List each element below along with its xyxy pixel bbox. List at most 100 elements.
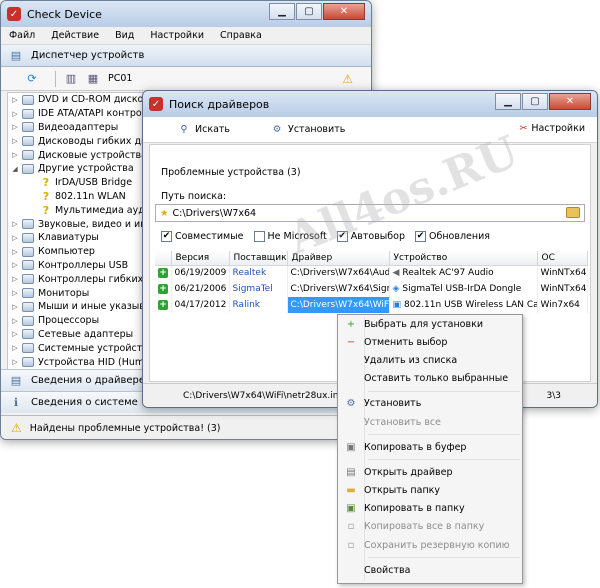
tree-item-label: Контроллеры гибких ди (38, 273, 160, 285)
column-os[interactable]: ОС (537, 251, 588, 266)
expand-arrow-icon[interactable]: ▷ (10, 261, 20, 269)
column-device[interactable]: Устройство (389, 251, 538, 266)
device-cell: ◈ SigmaTel USB-IrDA Dongle (389, 281, 538, 297)
context-menu-item[interactable]: Удалить из списка (338, 351, 522, 369)
select-cell[interactable]: + (155, 265, 172, 281)
search-button[interactable]: ⚲ Искать (177, 124, 231, 135)
expand-arrow-icon[interactable]: ▷ (10, 248, 20, 256)
device-category-icon (22, 301, 34, 312)
expand-arrow-icon[interactable]: ▷ (10, 137, 20, 145)
column-vendor[interactable]: Поставщик (229, 251, 288, 266)
main-toolbar: ⟳ ▥ ▦ PC01 ⚠ (1, 67, 371, 91)
context-menu: + Выбрать для установки − Отменить выбор Уда… (337, 314, 523, 584)
panel-title: Диспетчер устройств (31, 50, 145, 61)
expand-arrow-icon[interactable]: ▷ (10, 220, 20, 228)
maximize-button[interactable]: ▢ (296, 3, 322, 20)
install-button[interactable]: ⚙ Установить (270, 124, 346, 135)
table-row[interactable]: + 06/19/2009 Realtek C:\Drivers\W7x64\Au… (155, 265, 588, 281)
status-path: C:\Drivers\W7x64\WiFi\netr28ux.inf (183, 390, 342, 401)
expand-arrow-icon[interactable]: ▷ (10, 275, 20, 283)
context-menu-item[interactable]: ▣ Копировать в папку (338, 500, 522, 518)
menu-help[interactable]: Справка (220, 30, 262, 41)
dialog-titlebar[interactable]: ✓ Поиск драйверов ▁ ▢ ✕ (143, 91, 597, 117)
main-titlebar[interactable]: ✓ Check Device ▁ ▢ ✕ (1, 1, 371, 27)
expand-arrow-icon[interactable]: ▷ (10, 358, 20, 366)
context-menu-item[interactable]: − Отменить выбор (338, 333, 522, 351)
expand-arrow-icon[interactable]: ▷ (10, 110, 20, 118)
device-category-icon (22, 136, 34, 147)
expand-arrow-icon[interactable]: ▷ (10, 123, 20, 131)
plus-icon: + (158, 300, 168, 310)
context-menu-item[interactable]: ▬ Открыть папку (338, 482, 522, 500)
refresh-icon[interactable]: ⟳ (25, 72, 39, 86)
expand-arrow-icon[interactable]: ▷ (10, 330, 20, 338)
gear-icon: ⚙ (272, 124, 282, 135)
plus-icon: + (158, 268, 168, 279)
column-version[interactable]: Версия (171, 251, 230, 266)
compatible-checkbox[interactable]: ✔ Совместимые (161, 231, 244, 242)
tree-item-label: Системные устройства (38, 342, 154, 354)
expand-arrow-icon[interactable]: ▷ (10, 151, 20, 159)
properties-icon[interactable]: ▦ (86, 72, 100, 86)
expand-arrow-icon[interactable]: ▷ (10, 234, 20, 242)
tree-item-label: Клавиатуры (38, 232, 99, 244)
tree-item-label: IDE ATA/ATAPI контролл (38, 108, 154, 120)
dialog-app-icon: ✓ (149, 97, 163, 111)
driver-info-label: Сведения о драйвере (31, 375, 146, 386)
context-menu-item[interactable]: ⚙ Установить (338, 395, 522, 413)
menu-item-label: Свойства (364, 564, 411, 576)
plus-icon: + (346, 318, 356, 330)
menu-bar: Файл Действие Вид Настройки Справка (1, 27, 371, 45)
vendor-cell: Realtek (229, 265, 288, 281)
expand-arrow-icon[interactable]: ◢ (10, 165, 20, 173)
context-menu-item[interactable]: Оставить только выбранные (338, 370, 522, 388)
expand-arrow-icon[interactable]: ▷ (10, 317, 20, 325)
menu-item-label: Удалить из списка (364, 354, 458, 366)
checkbox-box (253, 231, 265, 242)
table-row[interactable]: + 06/21/2006 SigmaTel C:\Drivers\W7x64\S… (155, 281, 588, 297)
context-menu-item[interactable]: ▤ Открыть драйвер (338, 463, 522, 481)
menu-item-label: Выбрать для установки (364, 318, 483, 330)
device-cell: ◀ Realtek AC'97 Audio (389, 265, 538, 281)
menu-action[interactable]: Действие (51, 30, 99, 41)
context-menu-item[interactable]: + Выбрать для установки (338, 315, 522, 333)
context-menu-item[interactable]: Свойства (338, 561, 522, 579)
menu-file[interactable]: Файл (9, 30, 35, 41)
warning-icon[interactable]: ⚠ (342, 72, 353, 86)
select-cell[interactable]: + (155, 281, 172, 297)
expand-arrow-icon[interactable]: ▷ (10, 96, 20, 104)
select-cell[interactable]: + (155, 297, 172, 313)
dialog-close-button[interactable]: ✕ (549, 93, 591, 110)
copy-all-icon: ▫ (347, 521, 355, 533)
plus-icon: + (158, 284, 168, 294)
context-menu-item[interactable]: ▣ Копировать в буфер (338, 438, 522, 456)
device-cell: ▣ 802.11n USB Wireless LAN Card (389, 297, 538, 313)
driver-cell-selected[interactable]: C:\Drivers\W7x64\WiFi\ (287, 297, 390, 313)
dialog-minimize-button[interactable]: ▁ (495, 93, 521, 110)
tree-item-label: Дисковые устройства (38, 149, 147, 161)
settings-button[interactable]: ✂ Настройки (519, 123, 585, 134)
scan-icon[interactable]: ▥ (64, 72, 78, 86)
minimize-button[interactable]: ▁ (269, 3, 295, 20)
browse-folder-icon[interactable] (566, 207, 580, 218)
vendor-cell: SigmaTel (229, 281, 288, 297)
updates-checkbox[interactable]: ✔ Обновления (415, 231, 490, 242)
select-column[interactable] (155, 251, 172, 266)
expand-arrow-icon[interactable]: ▷ (10, 289, 20, 297)
close-button[interactable]: ✕ (323, 3, 365, 20)
toolbar-separator (55, 70, 56, 87)
panel-header: ▤ Диспетчер устройств (1, 45, 371, 67)
dialog-maximize-button[interactable]: ▢ (522, 93, 548, 110)
expand-arrow-icon[interactable]: ▷ (10, 344, 20, 352)
copy-folder-icon: ▣ (346, 503, 356, 515)
menu-view[interactable]: Вид (115, 30, 134, 41)
backup-icon: ▫ (347, 539, 355, 551)
menu-item-label: Копировать все в папку (364, 521, 485, 533)
table-row[interactable]: + 04/17/2012 Ralink C:\Drivers\W7x64\WiF… (155, 297, 588, 313)
device-name: 802.11n USB Wireless LAN Card (404, 300, 537, 310)
device-category-icon (22, 274, 34, 285)
driver-info-icon: ▤ (10, 374, 22, 387)
expand-arrow-icon[interactable]: ▷ (10, 303, 20, 311)
menu-settings[interactable]: Настройки (150, 30, 204, 41)
dialog-title: Поиск драйверов (169, 97, 270, 111)
